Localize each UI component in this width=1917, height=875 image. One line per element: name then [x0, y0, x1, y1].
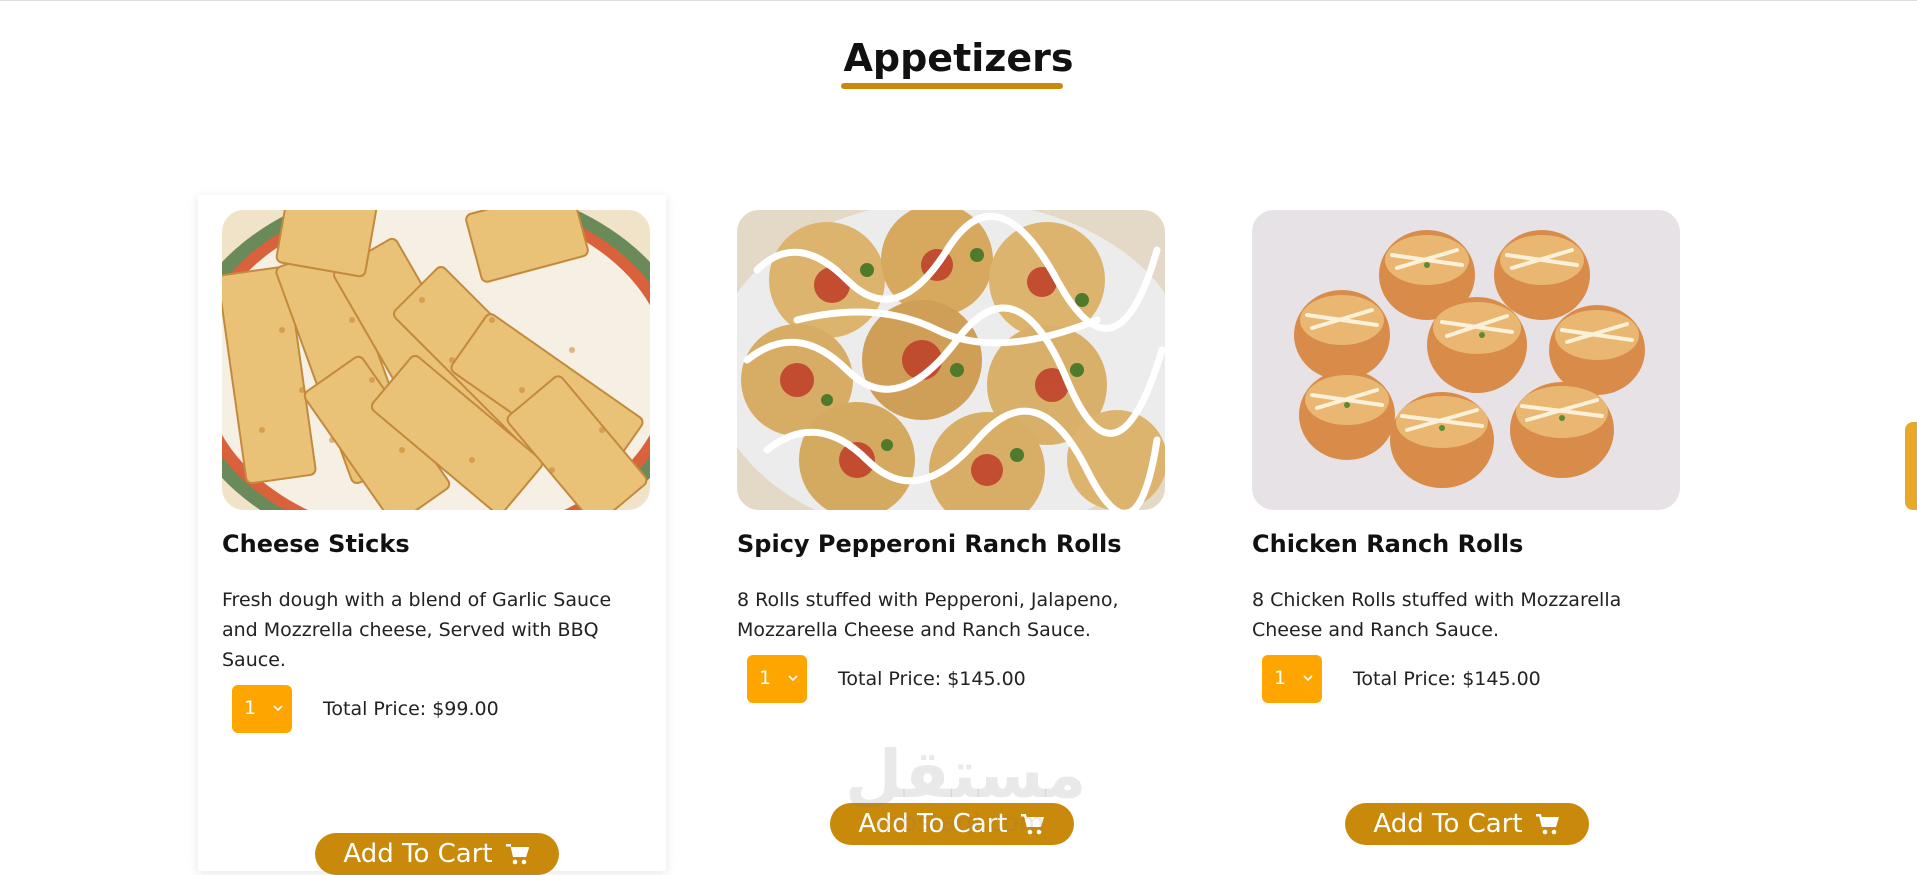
shopping-cart-icon [1535, 814, 1559, 835]
quantity-select[interactable]: 1 [1262, 655, 1322, 703]
product-card-cheese-sticks: Cheese Sticks Fresh dough with a blend o… [198, 195, 666, 875]
title-underline [841, 83, 1063, 89]
chevron-down-icon [788, 675, 798, 682]
product-image-pepperoni-rolls[interactable] [737, 210, 1165, 510]
quantity-select[interactable]: 1 [232, 685, 292, 733]
product-title: Chicken Ranch Rolls [1252, 530, 1524, 558]
chevron-down-icon [273, 705, 283, 712]
chevron-down-icon [1303, 675, 1313, 682]
chicken-rolls-image [1252, 210, 1680, 510]
product-description: 8 Chicken Rolls stuffed with Mozzarella … [1252, 589, 1622, 641]
add-to-cart-label: Add To Cart [858, 809, 1008, 839]
pepperoni-rolls-image [737, 210, 1165, 510]
cheese-sticks-image [222, 210, 650, 510]
product-image-cheese-sticks[interactable] [222, 210, 650, 510]
section-title: Appetizers [843, 36, 1074, 80]
add-to-cart-label: Add To Cart [1373, 809, 1523, 839]
add-to-cart-button[interactable]: Add To Cart [830, 803, 1074, 845]
quantity-value: 1 [1274, 667, 1287, 689]
add-to-cart-label: Add To Cart [343, 839, 493, 869]
product-card-spicy-pepperoni-ranch-rolls: Spicy Pepperoni Ranch Rolls 8 Rolls stuf… [713, 195, 1181, 871]
product-title: Cheese Sticks [222, 530, 410, 558]
quantity-select[interactable]: 1 [747, 655, 807, 703]
shopping-cart-icon [505, 844, 529, 865]
total-price: Total Price: $145.00 [1353, 668, 1541, 690]
product-description: Fresh dough with a blend of Garlic Sauce… [222, 589, 612, 671]
product-image-chicken-rolls[interactable] [1252, 210, 1680, 510]
product-card-chicken-ranch-rolls: Chicken Ranch Rolls 8 Chicken Rolls stuf… [1228, 195, 1696, 871]
scroll-tab[interactable] [1905, 422, 1917, 510]
top-divider [0, 0, 1917, 1]
add-to-cart-button[interactable]: Add To Cart [315, 833, 559, 875]
shopping-cart-icon [1020, 814, 1044, 835]
quantity-value: 1 [759, 667, 772, 689]
product-description: 8 Rolls stuffed with Pepperoni, Jalapeno… [737, 589, 1119, 641]
product-title: Spicy Pepperoni Ranch Rolls [737, 530, 1122, 558]
total-price: Total Price: $99.00 [323, 698, 499, 720]
add-to-cart-button[interactable]: Add To Cart [1345, 803, 1589, 845]
quantity-value: 1 [244, 697, 257, 719]
total-price: Total Price: $145.00 [838, 668, 1026, 690]
